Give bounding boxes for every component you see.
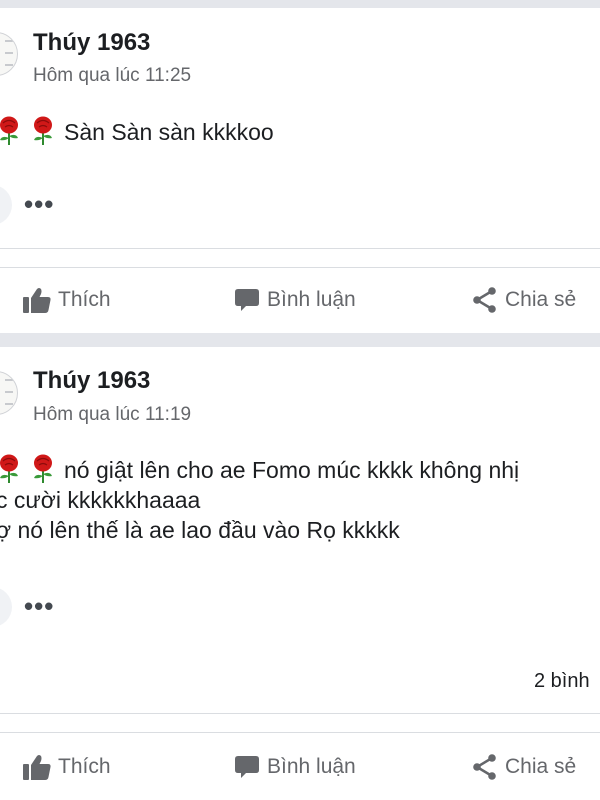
speech-bubble-icon <box>235 289 259 311</box>
like-button[interactable]: Thích <box>22 750 111 784</box>
share-label: Chia sẻ <box>505 755 577 778</box>
post-divider <box>0 713 600 714</box>
share-button[interactable]: Chia sẻ <box>471 283 576 317</box>
comment-label: Bình luận <box>267 288 356 311</box>
post-author[interactable]: Thúy 1963 <box>33 29 150 57</box>
rose-emoji <box>30 116 56 146</box>
comment-button[interactable]: Bình luận <box>233 750 356 784</box>
post-author[interactable]: Thúy 1963 <box>33 367 150 395</box>
post-text-line: Sàn Sàn sàn kkkkoo <box>64 119 274 145</box>
like-button[interactable]: Thích <box>22 283 111 317</box>
rose-emoji <box>0 116 22 146</box>
share-label: Chia sẻ <box>505 288 577 311</box>
reaction-avatar[interactable] <box>0 185 12 225</box>
rose-emoji <box>30 454 56 484</box>
share-button[interactable]: Chia sẻ <box>471 750 576 784</box>
share-icon <box>473 287 496 313</box>
more-options-button[interactable]: ••• <box>24 593 54 619</box>
comment-button[interactable]: Bình luận <box>233 283 356 317</box>
more-options-button[interactable]: ••• <box>24 191 54 217</box>
author-avatar[interactable] <box>0 32 18 76</box>
share-icon <box>473 754 496 780</box>
comment-count-link[interactable]: 2 bình <box>534 670 590 693</box>
speech-bubble-icon <box>235 756 259 778</box>
post-timestamp[interactable]: Hôm qua lúc 11:25 <box>33 65 191 87</box>
post-divider <box>0 732 600 733</box>
like-label: Thích <box>58 755 111 778</box>
post-card: Thúy 1963 Hôm qua lúc 11:19 nó giật lên … <box>0 347 600 800</box>
post-divider <box>0 267 600 268</box>
post-text-line: ợ nó lên thế là ae lao đầu vào Rọ kkkkk <box>0 517 400 543</box>
post-divider <box>0 248 600 249</box>
post-text-line: c cười kkkkkkhaaaa <box>0 487 201 513</box>
like-label: Thích <box>58 288 111 311</box>
thumbs-up-icon <box>23 755 51 780</box>
rose-emoji <box>0 454 22 484</box>
post-text-line: nó giật lên cho ae Fomo múc kkkk không n… <box>64 457 520 483</box>
author-avatar[interactable] <box>0 371 18 415</box>
comment-label: Bình luận <box>267 755 356 778</box>
reaction-avatar[interactable] <box>0 587 12 627</box>
post-text: nó giật lên cho ae Fomo múc kkkk không n… <box>0 454 519 545</box>
thumbs-up-icon <box>23 288 51 313</box>
post-text: Sàn Sàn sàn kkkkoo <box>0 116 274 147</box>
post-timestamp[interactable]: Hôm qua lúc 11:19 <box>33 404 191 426</box>
post-card: Thúy 1963 Hôm qua lúc 11:25 Sàn Sàn sàn … <box>0 8 600 333</box>
